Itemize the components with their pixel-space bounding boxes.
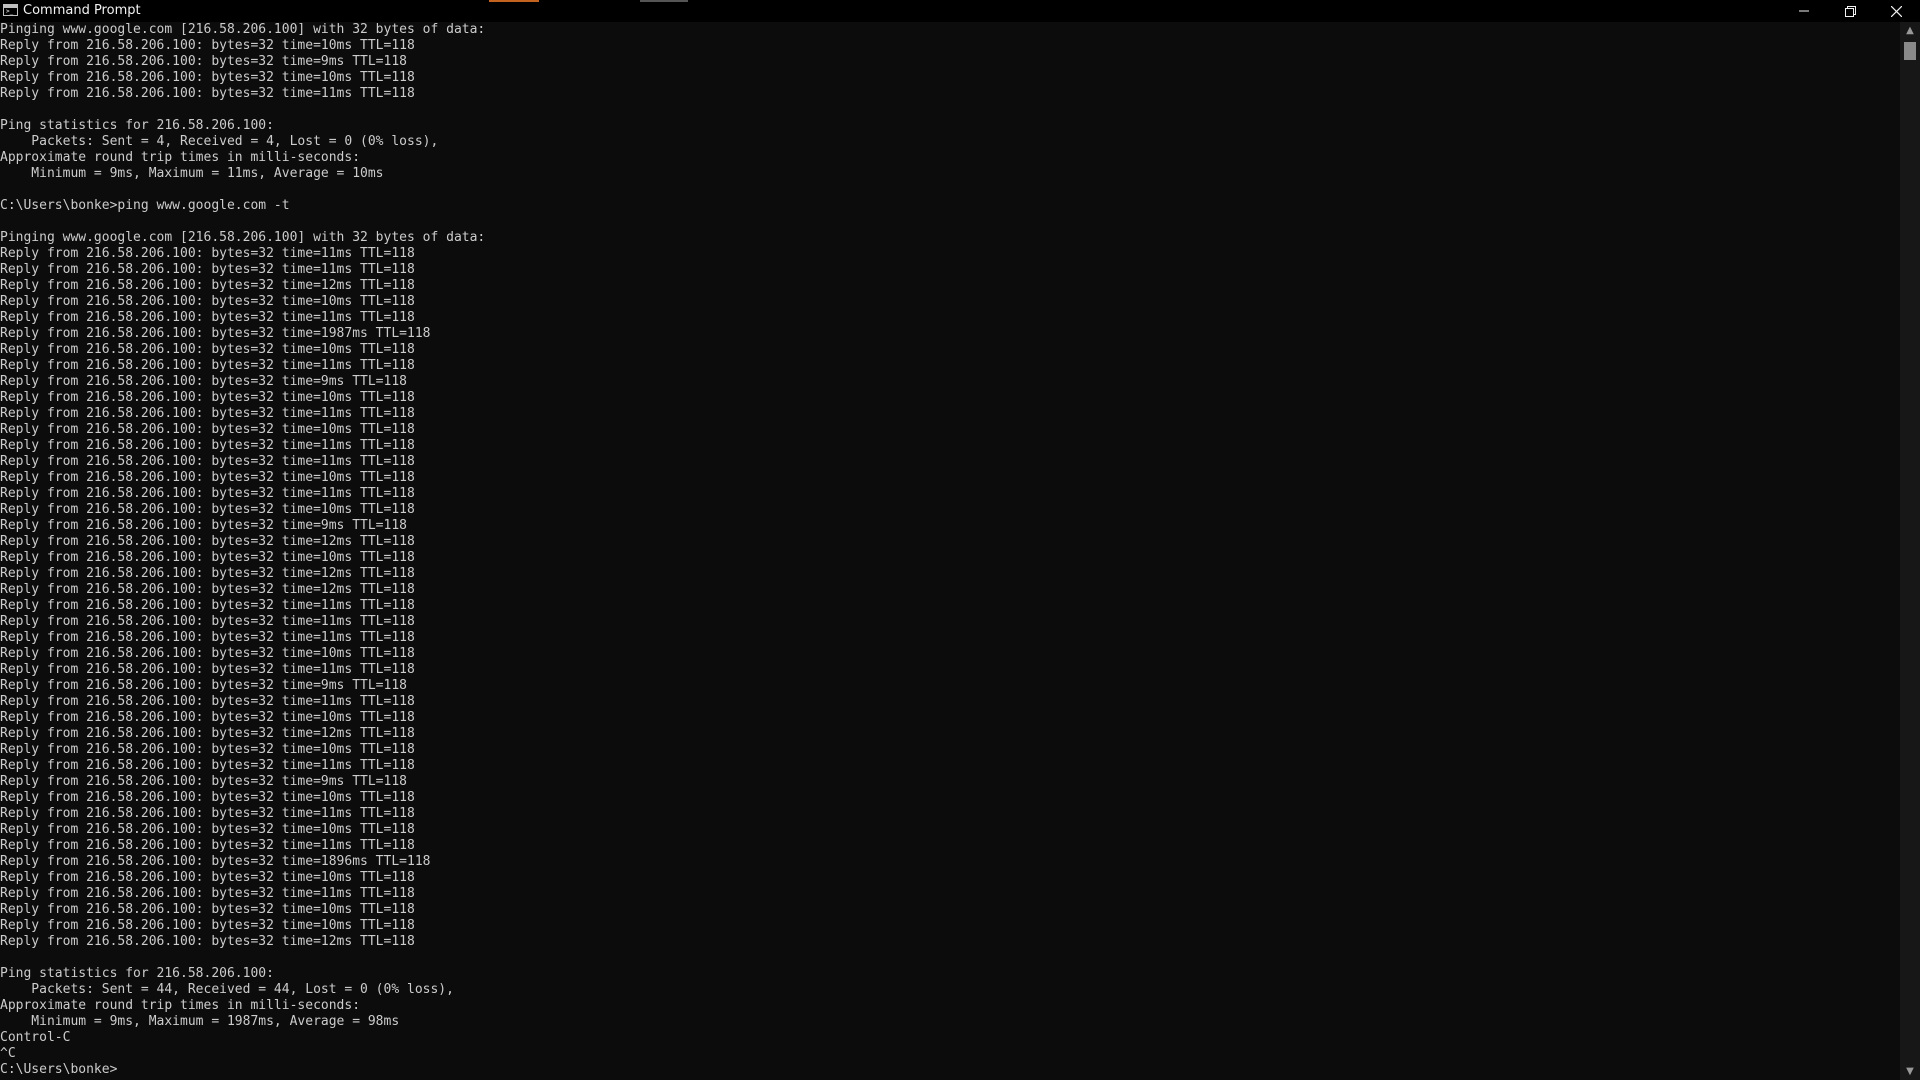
console-line: Reply from 216.58.206.100: bytes=32 time…: [0, 870, 415, 885]
console-line: Reply from 216.58.206.100: bytes=32 time…: [0, 470, 415, 485]
console-line: Reply from 216.58.206.100: bytes=32 time…: [0, 454, 415, 469]
console-line: Approximate round trip times in milli-se…: [0, 150, 361, 165]
console-line: Reply from 216.58.206.100: bytes=32 time…: [0, 486, 415, 501]
console-line: Reply from 216.58.206.100: bytes=32 time…: [0, 534, 415, 549]
window-title: Command Prompt: [23, 3, 141, 18]
console-line: Reply from 216.58.206.100: bytes=32 time…: [0, 678, 407, 693]
console-line: Reply from 216.58.206.100: bytes=32 time…: [0, 902, 415, 917]
console-line: Approximate round trip times in milli-se…: [0, 998, 361, 1013]
console-line: Minimum = 9ms, Maximum = 11ms, Average =…: [0, 166, 384, 181]
console-line: Reply from 216.58.206.100: bytes=32 time…: [0, 70, 415, 85]
console-line: Reply from 216.58.206.100: bytes=32 time…: [0, 726, 415, 741]
close-icon: [1890, 5, 1902, 17]
restore-icon: [1844, 5, 1856, 17]
console-line: Reply from 216.58.206.100: bytes=32 time…: [0, 790, 415, 805]
vertical-scrollbar[interactable]: ▲ ▼: [1900, 22, 1920, 1080]
console-line: Pinging www.google.com [216.58.206.100] …: [0, 230, 486, 245]
console-line: Reply from 216.58.206.100: bytes=32 time…: [0, 358, 415, 373]
console-line: ^C: [0, 1046, 16, 1061]
console-line: Reply from 216.58.206.100: bytes=32 time…: [0, 822, 415, 837]
title-bar[interactable]: >_ Command Prompt: [0, 0, 1920, 22]
console-line: Reply from 216.58.206.100: bytes=32 time…: [0, 774, 407, 789]
console-line: Reply from 216.58.206.100: bytes=32 time…: [0, 598, 415, 613]
minimize-icon: [1799, 10, 1809, 12]
minimize-button[interactable]: [1781, 0, 1827, 22]
console-line: Reply from 216.58.206.100: bytes=32 time…: [0, 614, 415, 629]
console-line: Reply from 216.58.206.100: bytes=32 time…: [0, 342, 415, 357]
console-line: Reply from 216.58.206.100: bytes=32 time…: [0, 886, 415, 901]
console-line: Reply from 216.58.206.100: bytes=32 time…: [0, 566, 415, 581]
console-line: Reply from 216.58.206.100: bytes=32 time…: [0, 390, 415, 405]
console-line: Reply from 216.58.206.100: bytes=32 time…: [0, 86, 415, 101]
scrollbar-thumb[interactable]: [1904, 42, 1916, 60]
console-line: Ping statistics for 216.58.206.100:: [0, 118, 274, 133]
console-line: Packets: Sent = 4, Received = 4, Lost = …: [0, 134, 439, 149]
console-line: Reply from 216.58.206.100: bytes=32 time…: [0, 582, 415, 597]
console-line: Reply from 216.58.206.100: bytes=32 time…: [0, 294, 415, 309]
console-line: Reply from 216.58.206.100: bytes=32 time…: [0, 438, 415, 453]
console-output[interactable]: Pinging www.google.com [216.58.206.100] …: [0, 22, 1900, 1080]
console-line: Reply from 216.58.206.100: bytes=32 time…: [0, 262, 415, 277]
console-line: Reply from 216.58.206.100: bytes=32 time…: [0, 854, 431, 869]
console-line: Reply from 216.58.206.100: bytes=32 time…: [0, 646, 415, 661]
console-line: Reply from 216.58.206.100: bytes=32 time…: [0, 662, 415, 677]
console-line: Pinging www.google.com [216.58.206.100] …: [0, 22, 486, 37]
console-line: Reply from 216.58.206.100: bytes=32 time…: [0, 374, 407, 389]
console-line: Reply from 216.58.206.100: bytes=32 time…: [0, 518, 407, 533]
close-button[interactable]: [1873, 0, 1919, 22]
title-accent-2: [640, 0, 688, 2]
console-icon[interactable]: >_: [3, 4, 18, 16]
console-line: Reply from 216.58.206.100: bytes=32 time…: [0, 502, 415, 517]
console-line: Reply from 216.58.206.100: bytes=32 time…: [0, 54, 407, 69]
console-line: Ping statistics for 216.58.206.100:: [0, 966, 274, 981]
console-line: C:\Users\bonke>: [0, 1062, 118, 1077]
console-line: Reply from 216.58.206.100: bytes=32 time…: [0, 550, 415, 565]
title-accent: [489, 0, 539, 2]
restore-button[interactable]: [1827, 0, 1873, 22]
console-line: Reply from 216.58.206.100: bytes=32 time…: [0, 934, 415, 949]
console-line: Reply from 216.58.206.100: bytes=32 time…: [0, 38, 415, 53]
console-line: Reply from 216.58.206.100: bytes=32 time…: [0, 310, 415, 325]
console-line: Reply from 216.58.206.100: bytes=32 time…: [0, 422, 415, 437]
console-line: Reply from 216.58.206.100: bytes=32 time…: [0, 918, 415, 933]
console-line: Packets: Sent = 44, Received = 44, Lost …: [0, 982, 454, 997]
console-line: Reply from 216.58.206.100: bytes=32 time…: [0, 630, 415, 645]
console-line: Reply from 216.58.206.100: bytes=32 time…: [0, 758, 415, 773]
console-line: Reply from 216.58.206.100: bytes=32 time…: [0, 806, 415, 821]
console-line: Reply from 216.58.206.100: bytes=32 time…: [0, 246, 415, 261]
chevron-up-icon[interactable]: ▲: [1900, 22, 1920, 39]
console-line: Reply from 216.58.206.100: bytes=32 time…: [0, 278, 415, 293]
console-line: Minimum = 9ms, Maximum = 1987ms, Average…: [0, 1014, 400, 1029]
console-line: C:\Users\bonke>ping www.google.com -t: [0, 198, 290, 213]
console-line: Reply from 216.58.206.100: bytes=32 time…: [0, 326, 431, 341]
console-line: Reply from 216.58.206.100: bytes=32 time…: [0, 710, 415, 725]
console-line: Reply from 216.58.206.100: bytes=32 time…: [0, 742, 415, 757]
chevron-down-icon[interactable]: ▼: [1900, 1063, 1920, 1080]
console-line: Reply from 216.58.206.100: bytes=32 time…: [0, 406, 415, 421]
command-prompt-window: >_ Command Prompt Pinging www.google.com…: [0, 0, 1920, 1080]
console-line: Control-C: [0, 1030, 71, 1045]
console-line: Reply from 216.58.206.100: bytes=32 time…: [0, 838, 415, 853]
console-line: Reply from 216.58.206.100: bytes=32 time…: [0, 694, 415, 709]
